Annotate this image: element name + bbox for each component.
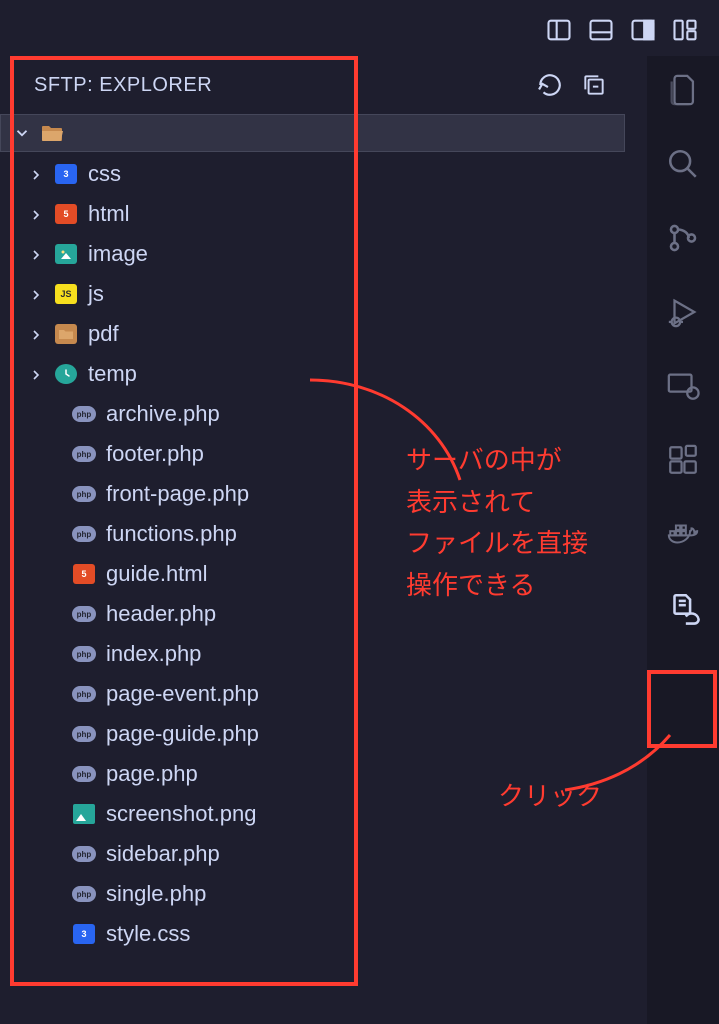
tree-item-label: style.css [106, 921, 190, 947]
tree-file-row[interactable]: php front-page.php [0, 474, 625, 514]
activity-remote-icon[interactable] [663, 366, 703, 406]
tree-file-row[interactable]: php archive.php [0, 394, 625, 434]
tree-file-row[interactable]: php single.php [0, 874, 625, 914]
tree-item-label: header.php [106, 601, 216, 627]
css3-icon: 3 [72, 923, 96, 945]
tree-item-label: front-page.php [106, 481, 249, 507]
tree-folder-row[interactable]: JS js [0, 274, 625, 314]
tree-file-row[interactable]: php sidebar.php [0, 834, 625, 874]
tree-file-row[interactable]: 5 guide.html [0, 554, 625, 594]
chevron-down-icon [13, 124, 31, 142]
chevron-right-icon [28, 286, 44, 302]
php-icon: php [72, 403, 96, 425]
editor-layout-controls [545, 16, 699, 44]
chevron-right-icon [28, 166, 44, 182]
sidebar-actions [537, 72, 607, 98]
tree-item-label: index.php [106, 641, 201, 667]
tree-file-row[interactable]: php header.php [0, 594, 625, 634]
tree-item-label: sidebar.php [106, 841, 220, 867]
php-icon: php [72, 483, 96, 505]
sidebar-header: SFTP: EXPLORER [0, 56, 625, 114]
tree-item-label: pdf [88, 321, 119, 347]
chevron-right-icon [28, 206, 44, 222]
tree-folder-row[interactable]: pdf [0, 314, 625, 354]
activity-explorer-icon[interactable] [663, 70, 703, 110]
tree-file-row[interactable]: php footer.php [0, 434, 625, 474]
activity-source-control-icon[interactable] [663, 218, 703, 258]
tree-folder-row[interactable]: image [0, 234, 625, 274]
file-tree: 3css5htmlimageJSjspdftempphparchive.phpp… [0, 152, 625, 954]
png-icon [72, 803, 96, 825]
activity-sftp-icon[interactable] [663, 588, 703, 628]
php-icon: php [72, 843, 96, 865]
tree-folder-row[interactable]: 3 css [0, 154, 625, 194]
split-bottom-icon[interactable] [587, 16, 615, 44]
tree-folder-row[interactable]: temp [0, 354, 625, 394]
html5-icon: 5 [54, 203, 78, 225]
activity-search-icon[interactable] [663, 144, 703, 184]
collapse-all-icon[interactable] [581, 72, 607, 98]
image-icon [54, 243, 78, 265]
split-right-icon[interactable] [629, 16, 657, 44]
sftp-explorer-panel: SFTP: EXPLORER 3 css 5 html image JS js pdf temp… [0, 56, 625, 1024]
chevron-right-icon [28, 326, 44, 342]
activity-run-debug-icon[interactable] [663, 292, 703, 332]
refresh-icon[interactable] [537, 72, 563, 98]
php-icon: php [72, 443, 96, 465]
tree-item-label: functions.php [106, 521, 237, 547]
tree-file-row[interactable]: php page.php [0, 754, 625, 794]
folder-open-icon [41, 123, 65, 143]
html5-icon: 5 [72, 563, 96, 585]
tree-item-label: screenshot.png [106, 801, 256, 827]
tree-folder-row[interactable]: 5 html [0, 194, 625, 234]
activity-docker-icon[interactable] [663, 514, 703, 554]
tree-item-label: archive.php [106, 401, 220, 427]
chevron-right-icon [28, 366, 44, 382]
tree-file-row[interactable]: php functions.php [0, 514, 625, 554]
temp-icon [54, 363, 78, 385]
tree-item-label: guide.html [106, 561, 208, 587]
php-icon: php [72, 763, 96, 785]
php-icon: php [72, 603, 96, 625]
chevron-right-icon [28, 246, 44, 262]
php-icon: php [72, 523, 96, 545]
tree-item-label: page-guide.php [106, 721, 259, 747]
tree-file-row[interactable]: php page-guide.php [0, 714, 625, 754]
tree-item-label: html [88, 201, 130, 227]
activity-extensions-icon[interactable] [663, 440, 703, 480]
php-icon: php [72, 683, 96, 705]
tree-item-label: temp [88, 361, 137, 387]
activity-bar [647, 56, 719, 1024]
folder-icon [54, 323, 78, 345]
tree-item-label: single.php [106, 881, 206, 907]
tree-file-row[interactable]: 3 style.css [0, 914, 625, 954]
tree-item-label: image [88, 241, 148, 267]
tree-item-label: css [88, 161, 121, 187]
css3-icon: 3 [54, 163, 78, 185]
tree-item-label: js [88, 281, 104, 307]
tree-item-label: page.php [106, 761, 198, 787]
split-left-icon[interactable] [545, 16, 573, 44]
php-icon: php [72, 723, 96, 745]
php-icon: php [72, 643, 96, 665]
php-icon: php [72, 883, 96, 905]
sidebar-title: SFTP: EXPLORER [34, 74, 212, 97]
customize-layout-icon[interactable] [671, 16, 699, 44]
js-icon: JS [54, 283, 78, 305]
tree-file-row[interactable]: php index.php [0, 634, 625, 674]
root-folder-row[interactable] [0, 114, 625, 152]
tree-file-row[interactable]: screenshot.png [0, 794, 625, 834]
tree-file-row[interactable]: php page-event.php [0, 674, 625, 714]
tree-item-label: footer.php [106, 441, 204, 467]
tree-item-label: page-event.php [106, 681, 259, 707]
